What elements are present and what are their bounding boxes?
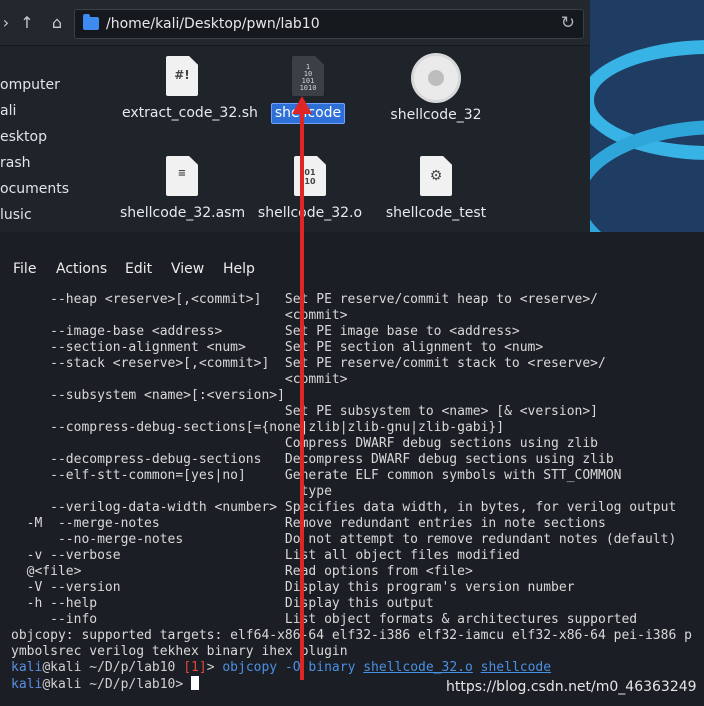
executable-gear-icon	[414, 56, 458, 100]
object-file-icon: 01 10	[294, 156, 326, 196]
sidebar-item-music[interactable]: lusic	[0, 207, 32, 223]
menu-view[interactable]: View	[171, 261, 204, 277]
up-arrow-icon[interactable]: ↑	[15, 10, 39, 36]
location-path[interactable]: /home/kali/Desktop/pwn/lab10	[106, 16, 320, 32]
file-item[interactable]: ≡ shellcode_32.asm	[117, 156, 247, 223]
active-prompt-line[interactable]: kali@kali ~/D/p/lab10>	[11, 676, 200, 692]
output-line: <commit>	[11, 308, 348, 323]
output-line: --no-merge-notes Do not attempt to remov…	[11, 532, 677, 547]
desktop-wallpaper	[590, 0, 704, 232]
output-line: type	[11, 484, 332, 499]
file-item[interactable]: shellcode_32	[371, 56, 501, 125]
sidebar-item-documents[interactable]: ocuments	[0, 181, 69, 197]
prompt-arrow: >	[175, 677, 192, 692]
annotation-arrow-line	[300, 110, 304, 680]
command-arg-input: shellcode_32.o	[363, 660, 473, 675]
prompt-path: ~/D/p/lab10	[81, 677, 176, 692]
file-manager-toolbar: › ↑ ⌂ /home/kali/Desktop/pwn/lab10 ↻	[0, 0, 590, 46]
prompt-arrow: >	[206, 660, 223, 675]
terminal-window[interactable]: File Actions Edit View Help --heap <rese…	[0, 232, 704, 706]
home-icon[interactable]: ⌂	[45, 10, 69, 36]
file-name: shellcode_test	[385, 205, 487, 221]
executable-file-icon: ⚙	[420, 156, 452, 196]
output-line: --elf-stt-common=[yes|no] Generate ELF c…	[11, 468, 622, 483]
file-name: extract_code_32.sh	[122, 105, 258, 121]
file-manager-window: › ↑ ⌂ /home/kali/Desktop/pwn/lab10 ↻ omp…	[0, 0, 590, 232]
sidebar-item-desktop[interactable]: esktop	[0, 129, 47, 145]
output-line: --compress-debug-sections[={none|zlib|zl…	[11, 420, 505, 435]
menu-file[interactable]: File	[13, 261, 36, 277]
output-line: Compress DWARF debug sections using zlib	[11, 436, 598, 451]
output-line: ymbolsrec verilog tekhex binary ihex plu…	[11, 644, 348, 659]
output-line: --info List object formats & architectur…	[11, 612, 638, 627]
text-file-icon: ≡	[166, 156, 198, 196]
sidebar-item-trash[interactable]: rash	[0, 155, 31, 171]
annotation-arrow-head-icon	[292, 96, 312, 114]
output-line: --decompress-debug-sections Decompress D…	[11, 452, 614, 467]
prompt-path: ~/D/p/lab10	[81, 660, 184, 675]
output-line: objcopy: supported targets: elf64-x86-64…	[11, 628, 692, 643]
file-name: shellcode_32.o	[257, 205, 363, 221]
script-file-icon: #!	[166, 56, 198, 96]
file-item[interactable]: ⚙ shellcode_test	[371, 156, 501, 223]
output-line: -v --verbose List all object files modif…	[11, 548, 520, 563]
output-line: <commit>	[11, 372, 348, 387]
prompt-user: kali	[11, 677, 43, 692]
command-line: kali@kali ~/D/p/lab10 [1]> objcopy -O bi…	[11, 660, 551, 676]
prompt-host: @kali	[42, 660, 82, 675]
file-item[interactable]: 01 10 shellcode_32.o	[245, 156, 375, 223]
command-arg-output: shellcode	[480, 660, 552, 675]
exit-status: [1]	[183, 660, 207, 675]
output-line: @<file> Read options from <file>	[11, 564, 473, 579]
output-line: --stack <reserve>[,<commit>] Set PE rese…	[11, 356, 606, 371]
file-name: shellcode_32.asm	[120, 205, 246, 221]
text-cursor	[191, 676, 200, 690]
location-bar[interactable]: /home/kali/Desktop/pwn/lab10 ↻	[74, 9, 584, 39]
menu-edit[interactable]: Edit	[125, 261, 152, 277]
watermark: https://blog.csdn.net/m0_46363249	[446, 679, 697, 695]
output-line: --image-base <address> Set PE image base…	[11, 324, 520, 339]
output-line: --subsystem <name>[:<version>]	[11, 388, 285, 403]
command-text: objcopy -O binary	[222, 660, 364, 675]
places-sidebar: omputer ali esktop rash ocuments lusic	[0, 46, 112, 232]
menu-actions[interactable]: Actions	[56, 261, 107, 277]
sidebar-item-computer[interactable]: omputer	[0, 77, 60, 93]
folder-icon	[83, 14, 99, 30]
output-line: Set PE subsystem to <name> [& <version>]	[11, 404, 598, 419]
output-line: --heap <reserve>[,<commit>] Set PE reser…	[11, 292, 598, 307]
output-line: -h --help Display this output	[11, 596, 434, 611]
output-line: -V --version Display this program's vers…	[11, 580, 575, 595]
output-line: --verilog-data-width <number> Specifies …	[11, 500, 677, 515]
reload-icon[interactable]: ↻	[561, 13, 575, 33]
file-item[interactable]: #! extract_code_32.sh	[117, 56, 258, 123]
prompt-user: kali	[11, 660, 43, 675]
prompt-host: @kali	[42, 677, 82, 692]
sidebar-item-kali[interactable]: ali	[0, 103, 16, 119]
menu-help[interactable]: Help	[223, 261, 255, 277]
binary-file-icon: 1 10 101 1010	[292, 56, 324, 96]
output-line: --section-alignment <num> Set PE section…	[11, 340, 544, 355]
output-line: -M --merge-notes Remove redundant entrie…	[11, 516, 606, 531]
terminal-menubar: File Actions Edit View Help	[0, 256, 704, 284]
file-name: shellcode_32	[390, 107, 482, 123]
